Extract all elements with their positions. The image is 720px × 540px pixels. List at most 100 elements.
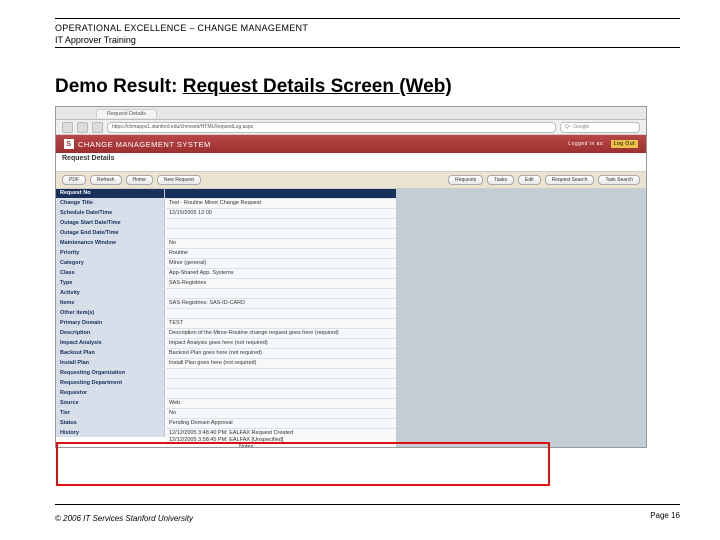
home-button[interactable]: Home bbox=[126, 175, 153, 185]
request-no-label: Request No bbox=[56, 189, 165, 198]
search-box[interactable]: Q~ Google bbox=[560, 122, 640, 133]
field-value: App-Shared App. Systems bbox=[165, 269, 396, 278]
field-value: No bbox=[165, 239, 396, 248]
field-label: Requestor bbox=[56, 389, 165, 398]
field-value bbox=[165, 379, 396, 388]
field-value bbox=[165, 389, 396, 398]
form-row: StatusPending Domain Approval bbox=[56, 419, 396, 429]
field-label: Category bbox=[56, 259, 165, 268]
field-value: 12/15/2005 12:00 bbox=[165, 209, 396, 218]
field-label: Change Title bbox=[56, 199, 165, 208]
history-line: 12/12/2005 3:58:45 PM: EALFAX [Unspecifi… bbox=[169, 437, 392, 444]
field-label: Maintenance Window bbox=[56, 239, 165, 248]
field-value: Test - Routine Minor Change Request bbox=[165, 199, 396, 208]
title-main: Request Details Screen (Web) bbox=[183, 76, 452, 97]
form-row: Other item(s) bbox=[56, 309, 396, 319]
field-label: Install Plan bbox=[56, 359, 165, 368]
title-prefix: Demo Result: bbox=[55, 76, 183, 97]
task-search-button[interactable]: Task Search bbox=[598, 175, 640, 185]
slide-title: Demo Result: Request Details Screen (Web… bbox=[55, 76, 680, 98]
form-row: PriorityRoutine bbox=[56, 249, 396, 259]
header-line-1: OPERATIONAL EXCELLENCE – CHANGE MANAGEME… bbox=[55, 23, 680, 33]
field-label: Source bbox=[56, 399, 165, 408]
field-value: Description of the Minor-Routine change … bbox=[165, 329, 396, 338]
field-label: Tier bbox=[56, 409, 165, 418]
history-value: 12/12/2005 3:48:40 PM: EALFAX Request Cr… bbox=[165, 429, 396, 448]
app-title: CHANGE MANAGEMENT SYSTEM bbox=[78, 140, 211, 149]
edit-button[interactable]: Edit bbox=[518, 175, 541, 185]
copyright: © 2006 IT Services Stanford University bbox=[55, 514, 193, 523]
browser-tab[interactable]: Request Details bbox=[96, 109, 157, 118]
page-number: Page 16 bbox=[650, 511, 680, 520]
back-button[interactable] bbox=[62, 122, 73, 133]
form-header-row: Request No bbox=[56, 189, 396, 199]
field-value: TEST bbox=[165, 319, 396, 328]
logged-in-label: Logged in as: bbox=[568, 141, 605, 147]
field-value bbox=[165, 229, 396, 238]
address-bar[interactable]: https://chmapps1.stanford.edu/chmweb/HTM… bbox=[107, 122, 556, 133]
form-row: Change TitleTest - Routine Minor Change … bbox=[56, 199, 396, 209]
form-row: Maintenance WindowNo bbox=[56, 239, 396, 249]
pdf-button[interactable]: PDF bbox=[62, 175, 86, 185]
page-subheading: Request Details bbox=[56, 153, 646, 172]
history-line: 12/12/2005 3:48:40 PM: EALFAX Request Cr… bbox=[169, 430, 392, 437]
browser-tab-bar: Request Details bbox=[56, 107, 646, 120]
action-toolbar: PDF Refresh Home New Request Requests Ta… bbox=[56, 172, 646, 189]
form-row: SourceWeb bbox=[56, 399, 396, 409]
tasks-button[interactable]: Tasks bbox=[487, 175, 514, 185]
field-label: Type bbox=[56, 279, 165, 288]
requests-button[interactable]: Requests bbox=[448, 175, 483, 185]
field-label: Outage End Date/Time bbox=[56, 229, 165, 238]
form-row: ItemsSAS-Registries: SAS-ID-CARD bbox=[56, 299, 396, 309]
field-label: Outage Start Date/Time bbox=[56, 219, 165, 228]
logout-button[interactable]: Log Out bbox=[611, 140, 638, 148]
app-banner: S CHANGE MANAGEMENT SYSTEM Logged in as:… bbox=[56, 135, 646, 153]
field-value: Minor (general) bbox=[165, 259, 396, 268]
field-value: Web bbox=[165, 399, 396, 408]
field-label: Priority bbox=[56, 249, 165, 258]
field-label: Description bbox=[56, 329, 165, 338]
browser-toolbar: https://chmapps1.stanford.edu/chmweb/HTM… bbox=[56, 120, 646, 135]
form-row: Primary DomainTEST bbox=[56, 319, 396, 329]
form-row: Requestor bbox=[56, 389, 396, 399]
field-label: Items bbox=[56, 299, 165, 308]
form-row: Install PlanInstall Plan goes here (not … bbox=[56, 359, 396, 369]
field-value: No bbox=[165, 409, 396, 418]
form-row: TypeSAS-Registries bbox=[56, 279, 396, 289]
form-row: Outage Start Date/Time bbox=[56, 219, 396, 229]
form-row: Backout PlanBackout Plan goes here (not … bbox=[56, 349, 396, 359]
field-label: Class bbox=[56, 269, 165, 278]
history-row: History 12/12/2005 3:48:40 PM: EALFAX Re… bbox=[56, 429, 396, 448]
app-logo: S CHANGE MANAGEMENT SYSTEM bbox=[64, 139, 211, 149]
form-row: ClassApp-Shared App. Systems bbox=[56, 269, 396, 279]
field-label: Requesting Department bbox=[56, 379, 165, 388]
new-request-button[interactable]: New Request bbox=[157, 175, 201, 185]
field-value: Backout Plan goes here (not required) bbox=[165, 349, 396, 358]
form-row: TierNo bbox=[56, 409, 396, 419]
forward-button[interactable] bbox=[77, 122, 88, 133]
form-row: Requesting Organization bbox=[56, 369, 396, 379]
field-value: Install Plan goes here (not required) bbox=[165, 359, 396, 368]
field-value bbox=[165, 369, 396, 378]
request-search-button[interactable]: Request Search bbox=[545, 175, 595, 185]
field-label: Requesting Organization bbox=[56, 369, 165, 378]
form-row: Activity bbox=[56, 289, 396, 299]
highlight-rectangle bbox=[56, 442, 550, 486]
field-value: Impact Analysis goes here (not required) bbox=[165, 339, 396, 348]
field-label: Activity bbox=[56, 289, 165, 298]
history-label: History bbox=[56, 429, 165, 437]
form-row: CategoryMinor (general) bbox=[56, 259, 396, 269]
form-row: Requesting Department bbox=[56, 379, 396, 389]
field-value: SAS-Registries: SAS-ID-CARD bbox=[165, 299, 396, 308]
blank-side-panel bbox=[396, 189, 646, 448]
screenshot-browser-window: Request Details https://chmapps1.stanfor… bbox=[55, 106, 647, 448]
reload-button[interactable] bbox=[92, 122, 103, 133]
field-value: SAS-Registries bbox=[165, 279, 396, 288]
form-row: Schedule Date/Time12/15/2005 12:00 bbox=[56, 209, 396, 219]
field-label: Impact Analysis bbox=[56, 339, 165, 348]
refresh-button[interactable]: Refresh bbox=[90, 175, 122, 185]
field-label: Schedule Date/Time bbox=[56, 209, 165, 218]
stanford-logo-icon: S bbox=[64, 139, 74, 149]
field-label: Status bbox=[56, 419, 165, 428]
field-label: Backout Plan bbox=[56, 349, 165, 358]
